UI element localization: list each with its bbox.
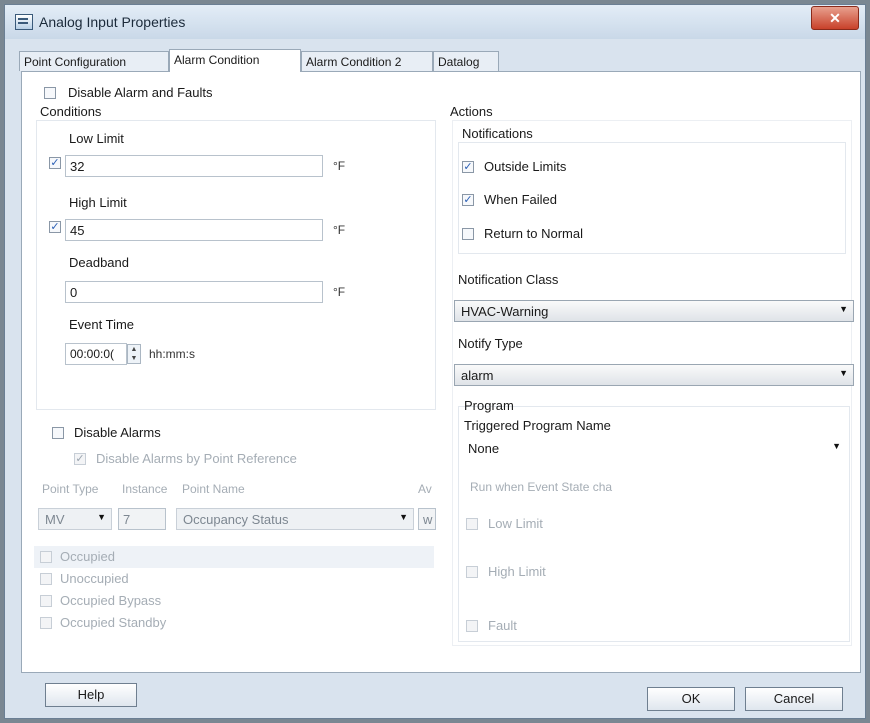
state-row[interactable]: Occupied Standby — [34, 612, 434, 634]
chevron-down-icon: ▼ — [832, 441, 841, 451]
actions-heading: Actions — [450, 104, 493, 119]
low-limit-unit: °F — [333, 159, 346, 173]
disable-alarms-by-ref-label: Disable Alarms by Point Reference — [96, 451, 297, 466]
state-checkbox[interactable] — [40, 573, 52, 585]
conditions-group: Low Limit ✓ 32 °F High Limit ✓ 45 °F Dea… — [36, 120, 436, 410]
header-instance: Instance — [122, 482, 168, 496]
chevron-down-icon: ▼ — [399, 512, 408, 522]
disable-alarms-by-ref-checkbox[interactable]: ✓ — [74, 453, 86, 465]
dialog-window: Analog Input Properties ✕ Point Configur… — [4, 4, 866, 719]
program-fault-label: Fault — [488, 618, 517, 633]
disable-alarm-faults-checkbox[interactable] — [44, 87, 56, 99]
state-label: Occupied Standby — [60, 615, 167, 630]
program-heading: Program — [464, 398, 514, 413]
outside-limits-checkbox[interactable]: ✓ — [462, 161, 474, 173]
when-failed-label: When Failed — [484, 192, 557, 207]
point-type-select[interactable]: MV ▼ — [38, 508, 112, 530]
notify-type-select[interactable]: alarm ▼ — [454, 364, 854, 386]
low-limit-checkbox[interactable]: ✓ — [49, 157, 61, 169]
triggered-program-label: Triggered Program Name — [464, 418, 611, 433]
notifications-heading: Notifications — [462, 126, 533, 141]
point-name-value: Occupancy Status — [183, 512, 289, 527]
tab-datalog[interactable]: Datalog — [433, 51, 499, 71]
program-low-limit-checkbox[interactable] — [466, 518, 478, 530]
chevron-down-icon: ▼ — [839, 304, 848, 314]
window-title: Analog Input Properties — [39, 14, 186, 30]
tab-point-configuration[interactable]: Point Configuration — [19, 51, 169, 71]
notify-type-value: alarm — [461, 368, 494, 383]
high-limit-label: High Limit — [69, 195, 127, 210]
tab-alarm-condition[interactable]: Alarm Condition — [169, 49, 301, 72]
disable-alarms-checkbox[interactable] — [52, 427, 64, 439]
state-label: Unoccupied — [60, 571, 129, 586]
state-label: Occupied Bypass — [60, 593, 162, 608]
state-row[interactable]: Occupied Bypass — [34, 590, 434, 612]
notify-type-label: Notify Type — [458, 336, 523, 351]
state-row[interactable]: Occupied — [34, 546, 434, 568]
chevron-down-icon: ▼ — [97, 512, 106, 522]
button-bar: Help OK Cancel — [5, 677, 865, 718]
tab-alarm-condition-2[interactable]: Alarm Condition 2 — [301, 51, 433, 71]
low-limit-label: Low Limit — [69, 131, 124, 146]
window-icon — [15, 14, 33, 30]
header-av: Av — [418, 482, 432, 496]
program-low-limit-label: Low Limit — [488, 516, 543, 531]
av-input[interactable]: w — [418, 508, 436, 530]
notification-class-label: Notification Class — [458, 272, 559, 287]
state-checkbox[interactable] — [40, 617, 52, 629]
header-point-type: Point Type — [42, 482, 99, 496]
triggered-program-select[interactable]: None ▼ — [462, 438, 846, 460]
state-checkbox[interactable] — [40, 595, 52, 607]
high-limit-input[interactable]: 45 — [65, 219, 323, 241]
ok-button[interactable]: OK — [647, 687, 735, 711]
run-when-label: Run when Event State cha — [470, 480, 613, 494]
alarm-condition-panel: Disable Alarm and Faults Conditions Low … — [21, 71, 861, 673]
chevron-down-icon: ▼ — [839, 368, 848, 378]
deadband-label: Deadband — [69, 255, 129, 270]
state-row[interactable]: Unoccupied — [34, 568, 434, 590]
state-checkbox[interactable] — [40, 551, 52, 563]
instance-input[interactable]: 7 — [118, 508, 166, 530]
program-high-limit-label: High Limit — [488, 564, 546, 579]
notification-class-value: HVAC-Warning — [461, 304, 549, 319]
event-time-spinner[interactable]: ▲ ▼ — [127, 344, 141, 364]
help-button[interactable]: Help — [45, 683, 137, 707]
disable-alarms-label: Disable Alarms — [74, 425, 161, 440]
high-limit-unit: °F — [333, 223, 346, 237]
program-high-limit-checkbox[interactable] — [466, 566, 478, 578]
return-to-normal-label: Return to Normal — [484, 226, 583, 241]
point-type-value: MV — [45, 512, 65, 527]
event-time-label: Event Time — [69, 317, 135, 332]
event-time-input[interactable]: 00:00:0( — [65, 343, 127, 365]
title-bar: Analog Input Properties ✕ — [5, 5, 865, 39]
close-button[interactable]: ✕ — [811, 6, 859, 30]
outside-limits-label: Outside Limits — [484, 159, 567, 174]
deadband-unit: °F — [333, 285, 346, 299]
header-point-name: Point Name — [182, 482, 245, 496]
high-limit-checkbox[interactable]: ✓ — [49, 221, 61, 233]
deadband-input[interactable]: 0 — [65, 281, 323, 303]
state-label: Occupied — [60, 549, 115, 564]
conditions-heading: Conditions — [40, 104, 102, 119]
when-failed-checkbox[interactable]: ✓ — [462, 194, 474, 206]
triggered-program-value: None — [468, 441, 500, 456]
event-time-format: hh:mm:s — [149, 347, 196, 361]
cancel-button[interactable]: Cancel — [745, 687, 843, 711]
return-to-normal-checkbox[interactable] — [462, 228, 474, 240]
program-fault-checkbox[interactable] — [466, 620, 478, 632]
disable-alarm-faults-label: Disable Alarm and Faults — [68, 85, 213, 100]
point-name-select[interactable]: Occupancy Status ▼ — [176, 508, 414, 530]
notification-class-select[interactable]: HVAC-Warning ▼ — [454, 300, 854, 322]
low-limit-input[interactable]: 32 — [65, 155, 323, 177]
